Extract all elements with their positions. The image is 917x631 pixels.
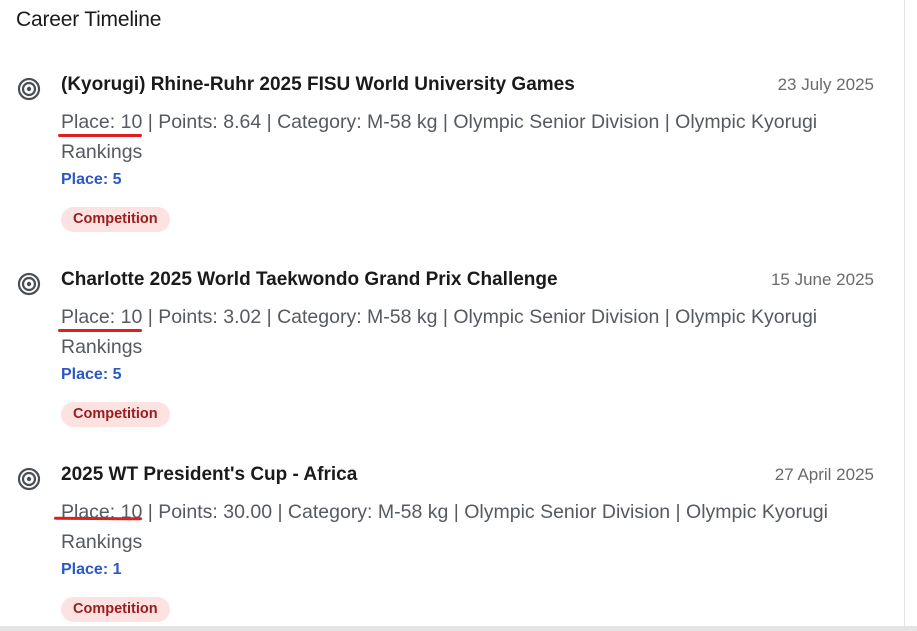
place-result: Place: 1 (61, 561, 122, 578)
event-name-link[interactable]: Charlotte 2025 World Taekwondo Grand Pri… (61, 269, 558, 291)
horizontal-scrollbar[interactable] (0, 626, 917, 631)
target-icon (17, 77, 41, 101)
annotation-underline (58, 329, 142, 332)
place-result: Place: 5 (61, 171, 122, 188)
competition-badge: Competition (61, 597, 170, 622)
event-date: 27 April 2025 (774, 465, 874, 484)
event-name-link[interactable]: 2025 WT President's Cup - Africa (61, 464, 357, 486)
target-icon (17, 467, 41, 491)
page-title: Career Timeline (16, 8, 162, 31)
target-icon (17, 272, 41, 296)
competition-badge: Competition (61, 207, 170, 232)
event-date: 23 July 2025 (777, 75, 874, 94)
place-result: Place: 5 (61, 366, 122, 383)
event-date: 15 June 2025 (770, 270, 874, 289)
annotation-underline (58, 134, 142, 137)
event-details: Place: 10 | Points: 3.02 | Category: M-5… (61, 306, 818, 358)
event-name-link[interactable]: (Kyorugi) Rhine-Ruhr 2025 FISU World Uni… (61, 74, 575, 96)
panel-border (904, 0, 905, 626)
competition-badge: Competition (61, 402, 170, 427)
event-details: Place: 10 | Points: 30.00 | Category: M-… (61, 501, 828, 553)
event-details: Place: 10 | Points: 8.64 | Category: M-5… (61, 111, 818, 163)
